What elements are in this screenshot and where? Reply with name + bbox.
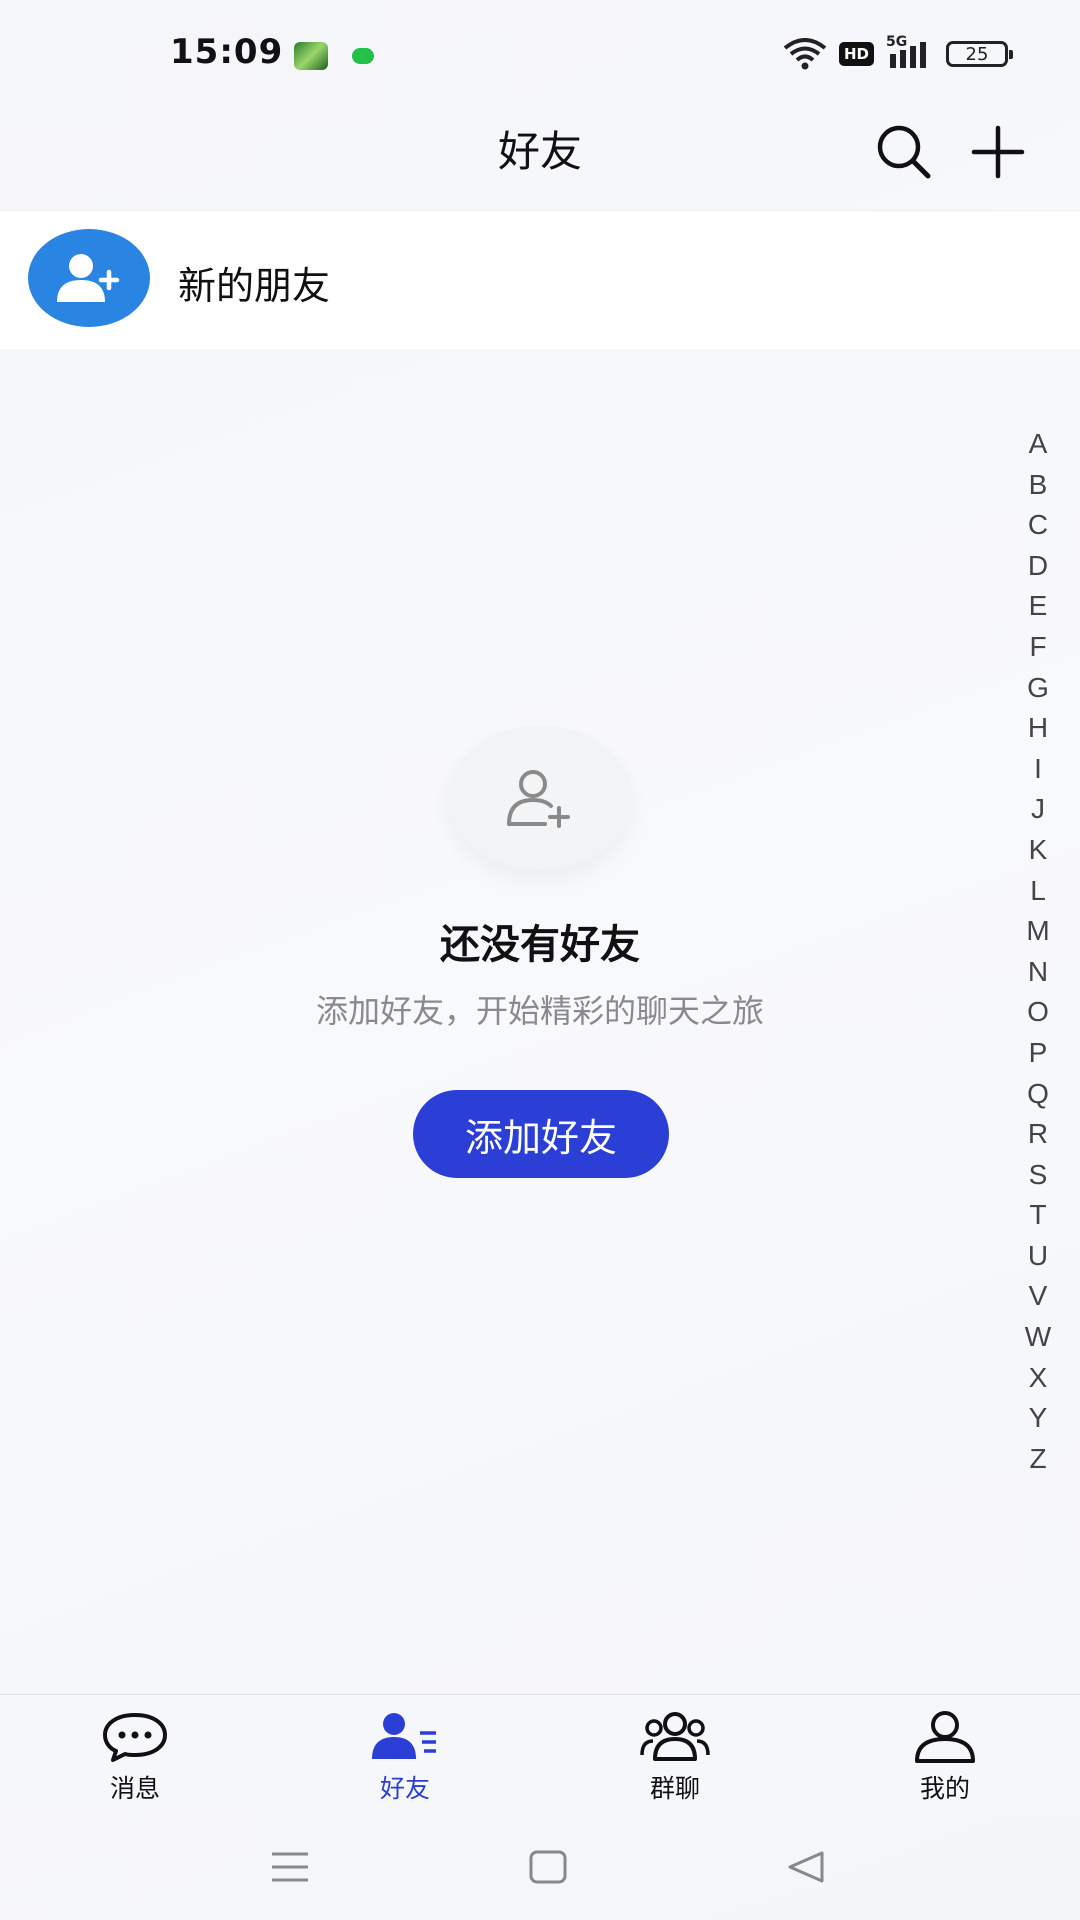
nav-item-me[interactable]: 我的 <box>875 1707 1015 1813</box>
add-button[interactable] <box>966 120 1030 184</box>
nav-item-messages[interactable]: 消息 <box>65 1707 205 1813</box>
alphabet-letter[interactable]: C <box>1028 505 1048 546</box>
alphabet-letter[interactable]: G <box>1027 668 1049 709</box>
cellular-signal-icon: 5G <box>886 34 934 70</box>
alphabet-letter[interactable]: W <box>1025 1317 1051 1358</box>
back-triangle-icon <box>788 1851 824 1883</box>
nav-label-friends: 好友 <box>379 1774 430 1803</box>
status-bar: 15:09 HD 5G 25 <box>0 0 1080 110</box>
square-icon <box>529 1850 567 1884</box>
alphabet-letter[interactable]: T <box>1029 1195 1046 1236</box>
nav-label-me: 我的 <box>919 1774 970 1803</box>
new-friends-row[interactable]: 新的朋友 <box>0 210 1080 349</box>
alphabet-letter[interactable]: B <box>1029 465 1048 506</box>
alphabet-letter[interactable]: F <box>1029 627 1046 668</box>
add-user-outline-icon <box>507 770 570 828</box>
search-button[interactable] <box>872 120 936 184</box>
new-friends-label: 新的朋友 <box>178 264 331 308</box>
alphabet-letter[interactable]: K <box>1029 830 1048 871</box>
chat-bubble-icon <box>99 1707 171 1767</box>
status-indicators: HD 5G 25 <box>783 34 1013 72</box>
add-friend-button[interactable]: 添加好友 <box>413 1090 669 1178</box>
alphabet-letter[interactable]: U <box>1028 1236 1048 1277</box>
alphabet-letter[interactable]: H <box>1028 708 1048 749</box>
status-time: 15:09 <box>170 32 284 72</box>
hd-badge: HD <box>838 42 874 66</box>
add-user-icon <box>57 254 120 302</box>
message-notification-icon <box>352 48 374 64</box>
back-button[interactable] <box>776 1844 836 1890</box>
profile-icon <box>909 1707 981 1767</box>
alphabet-letter[interactable]: Y <box>1029 1398 1048 1439</box>
alphabet-letter[interactable]: Z <box>1029 1439 1046 1480</box>
recent-apps-button[interactable] <box>260 1844 320 1890</box>
friends-icon <box>369 1707 441 1767</box>
nav-item-friends[interactable]: 好友 <box>335 1707 475 1813</box>
friends-screen: 15:09 HD 5G 25 好友 新的朋友 A B C D E F G H I… <box>0 0 1080 1920</box>
battery-icon: 25 <box>946 41 1013 67</box>
alphabet-letter[interactable]: L <box>1030 871 1046 912</box>
wifi-icon <box>783 38 827 70</box>
alphabet-letter[interactable]: I <box>1034 749 1042 790</box>
plus-icon <box>971 125 1025 179</box>
alphabet-letter[interactable]: A <box>1029 424 1048 465</box>
nav-item-groups[interactable]: 群聊 <box>605 1707 745 1813</box>
empty-state-subtitle: 添加好友，开始精彩的聊天之旅 <box>315 992 764 1030</box>
home-button[interactable] <box>518 1844 578 1890</box>
bottom-navigation: 消息 好友 群聊 我的 <box>0 1694 1080 1815</box>
new-friends-avatar <box>28 229 150 327</box>
group-icon <box>639 1707 711 1767</box>
alphabet-letter[interactable]: R <box>1028 1114 1048 1155</box>
app-notification-icon <box>294 42 328 70</box>
alphabet-letter[interactable]: S <box>1029 1155 1048 1196</box>
alphabet-letter[interactable]: P <box>1029 1033 1048 1074</box>
system-navigation-bar <box>0 1814 1080 1920</box>
alphabet-letter[interactable]: J <box>1031 789 1045 830</box>
alphabet-letter[interactable]: X <box>1029 1358 1048 1399</box>
alphabet-letter[interactable]: V <box>1029 1276 1048 1317</box>
menu-icon <box>272 1852 308 1882</box>
empty-state-title: 还没有好友 <box>440 922 640 968</box>
alphabet-letter[interactable]: E <box>1029 586 1048 627</box>
alphabet-letter[interactable]: D <box>1028 546 1048 587</box>
battery-level: 25 <box>965 43 989 65</box>
top-bar: 好友 <box>0 100 1080 210</box>
alphabet-letter[interactable]: Q <box>1027 1074 1049 1115</box>
search-icon <box>877 125 931 179</box>
empty-state-illustration <box>448 726 632 870</box>
nav-label-messages: 消息 <box>109 1774 160 1803</box>
nav-label-groups: 群聊 <box>649 1774 700 1803</box>
